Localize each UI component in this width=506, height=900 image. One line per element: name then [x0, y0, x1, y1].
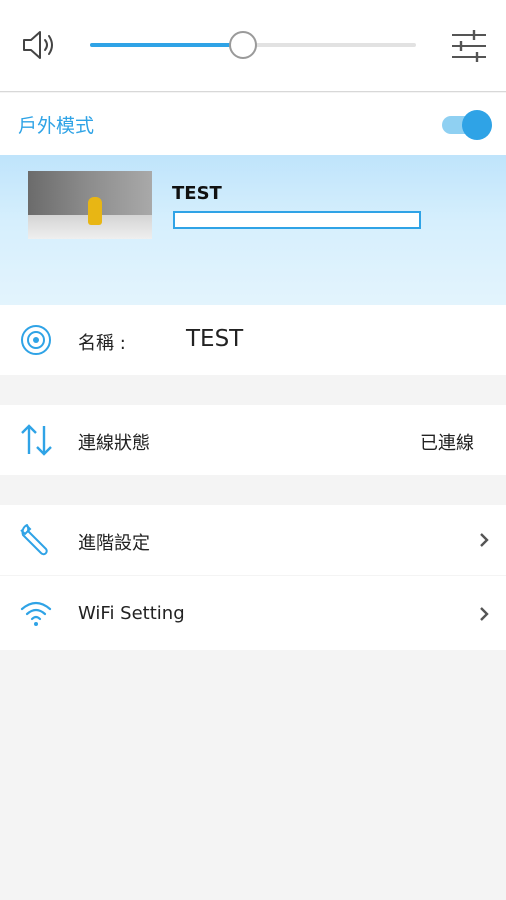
device-status-box: [173, 211, 421, 229]
volume-slider[interactable]: [90, 31, 416, 59]
speaker-icon[interactable]: [18, 24, 60, 66]
equalizer-icon[interactable]: [448, 25, 490, 67]
name-row: 名稱 : TEST: [0, 305, 506, 375]
connection-status-label: 連線狀態: [78, 433, 150, 454]
device-card[interactable]: TEST: [0, 155, 506, 305]
volume-bar: [0, 0, 506, 92]
chevron-right-icon: [480, 607, 489, 621]
advanced-settings-label: 進階設定: [78, 533, 150, 554]
target-icon: [21, 325, 51, 355]
advanced-settings-row[interactable]: 進階設定: [0, 505, 506, 575]
wifi-setting-row[interactable]: WiFi Setting: [0, 576, 506, 650]
wifi-icon: [20, 601, 52, 626]
volume-slider-thumb[interactable]: [229, 31, 258, 59]
thumbnail-figure: [88, 197, 102, 225]
wifi-setting-label: WiFi Setting: [78, 603, 185, 624]
outdoor-mode-row: 戶外模式: [0, 93, 506, 155]
name-label: 名稱 :: [78, 333, 126, 354]
outdoor-mode-label: 戶外模式: [18, 115, 95, 137]
camera-thumbnail[interactable]: [28, 171, 152, 239]
connection-status-row: 連線狀態 已連線: [0, 405, 506, 475]
device-title: TEST: [172, 183, 222, 204]
connection-status-value: 已連線: [420, 433, 474, 454]
toggle-knob: [462, 110, 492, 140]
chevron-right-icon: [480, 533, 489, 547]
name-value: TEST: [186, 326, 244, 352]
wrench-icon: [20, 524, 48, 556]
arrows-updown-icon: [21, 424, 52, 456]
volume-slider-fill: [90, 43, 244, 47]
outdoor-mode-toggle[interactable]: [442, 110, 492, 140]
